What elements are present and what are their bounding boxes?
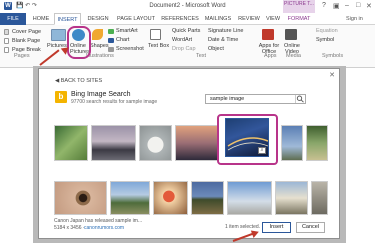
minimize-icon[interactable]: –	[345, 2, 349, 9]
image-thumbnail[interactable]	[139, 125, 172, 161]
maximize-icon[interactable]: □	[356, 2, 360, 9]
blank-page-button[interactable]: Blank Page	[12, 38, 40, 44]
drop-cap-button[interactable]: Drop Cap	[172, 46, 196, 52]
cover-page-icon	[4, 29, 9, 35]
shapes-button[interactable]: Shapes	[90, 43, 109, 49]
ribbon-tabs: FILE HOME INSERT DESIGN PAGE LAYOUT REFE…	[0, 13, 375, 25]
page-break-icon	[4, 47, 9, 53]
group-label-apps: Apps	[264, 53, 277, 59]
image-thumbnail[interactable]	[191, 181, 224, 215]
screenshot-button[interactable]: Screenshot	[116, 46, 144, 52]
shapes-icon	[92, 29, 103, 40]
tab-design[interactable]: DESIGN	[84, 13, 112, 25]
blank-page-icon	[4, 38, 9, 44]
image-thumbnail[interactable]	[153, 181, 188, 215]
search-input[interactable]: sample image	[205, 94, 306, 104]
wordart-button[interactable]: WordArt	[172, 37, 192, 43]
object-button[interactable]: Object	[208, 46, 224, 52]
tab-home[interactable]: HOME	[30, 13, 52, 25]
source-title: Bing Image Search	[71, 91, 131, 98]
close-window-icon[interactable]: ✕	[366, 2, 372, 10]
tab-review[interactable]: REVIEW	[236, 13, 262, 25]
apps-for-office-icon	[262, 29, 274, 40]
text-box-icon	[150, 29, 161, 40]
image-thumbnail[interactable]	[54, 125, 88, 161]
tab-insert[interactable]: INSERT	[54, 13, 81, 25]
image-thumbnail[interactable]	[306, 125, 328, 161]
tab-mailings[interactable]: MAILINGS	[202, 13, 234, 25]
help-icon[interactable]: ?	[322, 2, 326, 9]
insert-pictures-dialog: ✕ ◀ BACK TO SITES b Bing Image Search 97…	[38, 68, 340, 239]
image-caption: Canon Japan has released sample im...	[54, 218, 143, 224]
insert-button[interactable]: Insert	[262, 222, 291, 233]
back-to-sites-label: BACK TO SITES	[60, 78, 103, 84]
tab-page-layout[interactable]: PAGE LAYOUT	[114, 13, 158, 25]
symbol-button[interactable]: Symbol	[316, 37, 334, 43]
search-input-value: sample image	[210, 96, 245, 102]
result-count: 97700 search results for sample image	[71, 99, 158, 105]
close-icon[interactable]: ✕	[329, 71, 335, 79]
word-logo-icon: W	[4, 2, 12, 10]
restore-icon[interactable]: ▣	[333, 2, 340, 10]
window-title: Document2 - Microsoft Word	[149, 3, 226, 9]
back-to-sites-link[interactable]: ◀ BACK TO SITES	[55, 78, 102, 84]
image-thumbnail[interactable]	[91, 125, 136, 161]
tab-format[interactable]: FORMAT	[284, 13, 314, 25]
online-pictures-highlight	[67, 26, 91, 59]
image-thumbnail[interactable]	[281, 125, 303, 161]
date-time-button[interactable]: Date & Time	[208, 37, 238, 43]
image-source-link[interactable]: canonrumors.com	[84, 225, 124, 231]
image-thumbnail[interactable]	[175, 125, 218, 161]
selection-highlight	[217, 114, 278, 165]
tab-file[interactable]: FILE	[0, 13, 26, 25]
quick-access-toolbar[interactable]: 💾 ↶ ↷	[16, 2, 37, 9]
smartart-icon	[108, 29, 114, 34]
group-label-pages: Pages	[14, 53, 30, 59]
cancel-button[interactable]: Cancel	[296, 222, 325, 233]
group-label-symbols: Symbols	[322, 53, 344, 59]
equation-button[interactable]: Equation	[316, 28, 338, 34]
sign-in-link[interactable]: Sign in	[346, 13, 363, 25]
signature-line-button[interactable]: Signature Line	[208, 28, 243, 34]
image-thumbnail[interactable]	[311, 181, 328, 215]
online-video-icon	[285, 29, 297, 40]
tab-view[interactable]: VIEW	[263, 13, 283, 25]
chart-icon	[108, 38, 114, 43]
image-thumbnail[interactable]	[275, 181, 308, 215]
image-dimensions: 5184 x 3456 ·	[54, 225, 85, 231]
ribbon-insert: Cover Page Blank Page Page Break Picture…	[0, 25, 375, 68]
picture-tools-label: PICTURE T...	[283, 0, 315, 13]
image-thumbnail[interactable]	[54, 181, 107, 215]
chart-button[interactable]: Chart	[116, 37, 129, 43]
group-label-media: Media	[286, 53, 301, 59]
search-icon[interactable]	[295, 95, 305, 103]
image-thumbnail[interactable]	[110, 181, 150, 215]
image-thumbnail[interactable]	[227, 181, 272, 215]
group-label-text: Text	[196, 53, 207, 59]
title-bar: W 💾 ↶ ↷ Document2 - Microsoft Word PICTU…	[0, 0, 375, 13]
screenshot-icon	[108, 47, 114, 52]
pictures-icon	[51, 29, 66, 41]
tab-references[interactable]: REFERENCES	[160, 13, 200, 25]
cover-page-button[interactable]: Cover Page	[12, 29, 41, 35]
smartart-button[interactable]: SmartArt	[116, 28, 138, 34]
bing-logo-icon: b	[55, 91, 67, 103]
quick-parts-button[interactable]: Quick Parts	[172, 28, 200, 34]
text-box-button[interactable]: Text Box	[148, 43, 169, 49]
